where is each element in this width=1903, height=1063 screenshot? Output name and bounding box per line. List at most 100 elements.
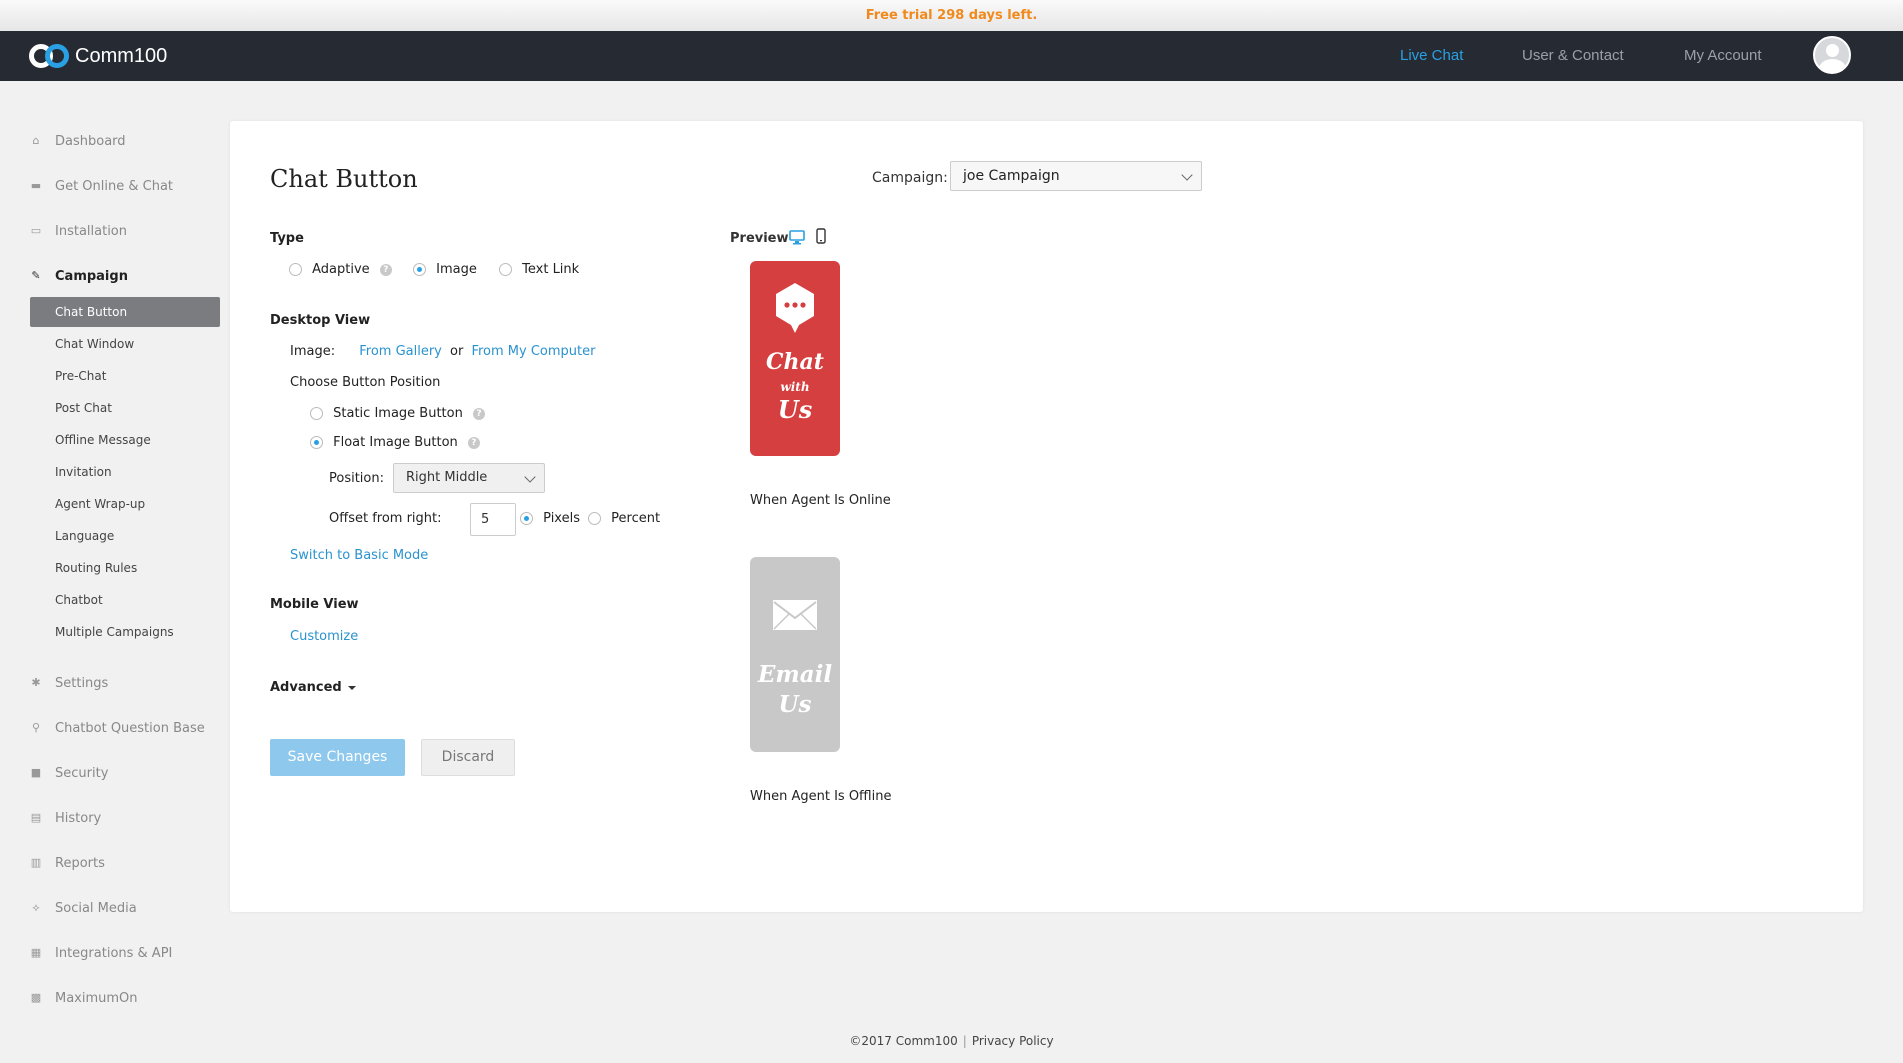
share-icon: ⟡ xyxy=(32,901,40,914)
email-image-line1: Email xyxy=(757,661,833,688)
type-adaptive-option[interactable]: Adaptive ? xyxy=(289,262,392,277)
trial-banner: Free trial 298 days left. xyxy=(0,0,1903,31)
sidebar-item-history[interactable]: ▤ History xyxy=(30,808,101,828)
type-text-link-option[interactable]: Text Link xyxy=(499,262,579,277)
sidebar-sub-offline-message[interactable]: Offline Message xyxy=(30,425,220,455)
pixels-option[interactable]: Pixels xyxy=(520,511,580,526)
chat-bubble-icon xyxy=(776,283,814,333)
discard-button[interactable]: Discard xyxy=(421,739,515,776)
sidebar-item-social-media[interactable]: ⟡ Social Media xyxy=(30,898,137,918)
position-select[interactable]: Right Middle xyxy=(393,463,545,493)
sidebar-item-integrations[interactable]: ▦ Integrations & API xyxy=(30,943,173,963)
chevron-down-icon xyxy=(524,471,536,483)
main-card: Chat Button Campaign: joe Campaign Type … xyxy=(230,121,1863,912)
sidebar-item-label: MaximumOn xyxy=(55,990,138,1006)
sidebar-item-label: Integrations & API xyxy=(55,945,173,961)
float-image-label: Float Image Button xyxy=(333,435,458,450)
sidebar-sub-pre-chat[interactable]: Pre-Chat xyxy=(30,361,220,391)
choose-position-label: Choose Button Position xyxy=(290,375,441,390)
percent-label: Percent xyxy=(611,511,661,526)
sidebar-sub-multiple-campaigns[interactable]: Multiple Campaigns xyxy=(30,617,220,647)
sidebar-item-label: Chatbot Question Base xyxy=(55,720,205,736)
from-computer-link[interactable]: From My Computer xyxy=(471,344,595,359)
avatar[interactable] xyxy=(1813,36,1851,74)
percent-radio[interactable] xyxy=(588,512,601,525)
sidebar-item-reports[interactable]: ▥ Reports xyxy=(30,853,105,873)
customize-link[interactable]: Customize xyxy=(290,629,358,644)
top-nav: Comm100 Live Chat User & Contact My Acco… xyxy=(0,31,1903,81)
sidebar-sub-routing-rules[interactable]: Routing Rules xyxy=(30,553,220,583)
from-gallery-link[interactable]: From Gallery xyxy=(359,344,442,359)
float-image-option[interactable]: Float Image Button ? xyxy=(310,435,480,450)
sidebar-item-maximumon[interactable]: ▩ MaximumOn xyxy=(30,988,138,1008)
type-image-radio[interactable] xyxy=(413,263,426,276)
sidebar-sub-chat-window[interactable]: Chat Window xyxy=(30,329,220,359)
logo-text: Comm100 xyxy=(75,44,168,67)
help-icon[interactable]: ? xyxy=(467,436,480,449)
sidebar-item-dashboard[interactable]: ⌂ Dashboard xyxy=(30,131,126,151)
logo[interactable]: Comm100 xyxy=(29,43,167,69)
plug-icon: ▦ xyxy=(30,946,42,959)
offline-caption: When Agent Is Offline xyxy=(750,789,892,804)
nav-my-account[interactable]: My Account xyxy=(1684,47,1762,64)
campaign-select-value: joe Campaign xyxy=(963,168,1060,184)
desktop-view-label: Desktop View xyxy=(270,313,371,328)
mobile-phone-icon[interactable] xyxy=(816,228,826,244)
sidebar-item-label: Security xyxy=(55,765,109,781)
sidebar-item-security[interactable]: ■ Security xyxy=(30,763,109,783)
sidebar-item-settings[interactable]: ✱ Settings xyxy=(30,673,108,693)
static-image-radio[interactable] xyxy=(310,407,323,420)
sidebar-item-installation[interactable]: ▭ Installation xyxy=(30,221,127,241)
bar-chart-icon: ▥ xyxy=(30,856,42,869)
sidebar-item-label: Social Media xyxy=(55,900,137,916)
help-icon[interactable]: ? xyxy=(472,407,485,420)
offset-input[interactable]: 5 xyxy=(470,503,516,536)
sidebar-sub-chatbot[interactable]: Chatbot xyxy=(30,585,220,615)
advanced-toggle[interactable]: Advanced xyxy=(270,680,356,695)
type-text-link-label: Text Link xyxy=(522,262,580,277)
sidebar-item-label: Dashboard xyxy=(55,133,126,149)
caret-down-icon xyxy=(347,685,356,690)
sidebar-sub-language[interactable]: Language xyxy=(30,521,220,551)
email-image-line2: Us xyxy=(778,691,812,718)
sidebar-sub-agent-wrap-up[interactable]: Agent Wrap-up xyxy=(30,489,220,519)
chat-image-line2: with xyxy=(780,380,810,394)
edit-icon: ✎ xyxy=(31,269,41,282)
privacy-policy-link[interactable]: Privacy Policy xyxy=(972,1034,1054,1048)
type-adaptive-radio[interactable] xyxy=(289,263,302,276)
type-image-label: Image xyxy=(436,262,477,277)
campaign-label: Campaign: xyxy=(872,170,948,186)
sidebar-sub-post-chat[interactable]: Post Chat xyxy=(30,393,220,423)
sidebar-item-campaign[interactable]: ✎ Campaign xyxy=(30,266,128,286)
sidebar-item-get-online[interactable]: ▬ Get Online & Chat xyxy=(30,176,173,196)
sidebar-item-label: Reports xyxy=(55,855,105,871)
online-caption: When Agent Is Online xyxy=(750,493,891,508)
sidebar-sub-invitation[interactable]: Invitation xyxy=(30,457,220,487)
type-adaptive-label: Adaptive xyxy=(312,262,370,277)
help-icon[interactable]: ? xyxy=(379,263,392,276)
home-icon: ⌂ xyxy=(32,134,40,147)
campaign-select[interactable]: joe Campaign xyxy=(950,161,1202,191)
mobile-view-label: Mobile View xyxy=(270,597,359,612)
history-icon: ▤ xyxy=(30,811,42,824)
type-text-link-radio[interactable] xyxy=(499,263,512,276)
page-title: Chat Button xyxy=(270,165,418,193)
sidebar-sub-chat-button[interactable]: Chat Button xyxy=(30,297,220,327)
float-image-radio[interactable] xyxy=(310,436,323,449)
static-image-option[interactable]: Static Image Button ? xyxy=(310,406,485,421)
chat-image-line3: Us xyxy=(777,395,813,424)
offset-label: Offset from right: xyxy=(329,511,442,526)
nav-user-contact[interactable]: User & Contact xyxy=(1522,47,1624,64)
type-image-option[interactable]: Image xyxy=(413,262,477,277)
desktop-monitor-icon[interactable] xyxy=(789,229,805,245)
sidebar-item-label: Get Online & Chat xyxy=(55,178,174,194)
switch-basic-mode-link[interactable]: Switch to Basic Mode xyxy=(290,548,428,563)
nav-live-chat[interactable]: Live Chat xyxy=(1400,47,1463,64)
save-button[interactable]: Save Changes xyxy=(270,739,405,776)
pixels-radio[interactable] xyxy=(520,512,533,525)
percent-option[interactable]: Percent xyxy=(588,511,660,526)
image-label: Image: xyxy=(290,344,336,359)
sidebar-item-chatbot-question-base[interactable]: ⚲ Chatbot Question Base xyxy=(30,718,205,738)
chat-image-line1: Chat xyxy=(766,349,824,375)
advanced-label: Advanced xyxy=(270,680,342,695)
